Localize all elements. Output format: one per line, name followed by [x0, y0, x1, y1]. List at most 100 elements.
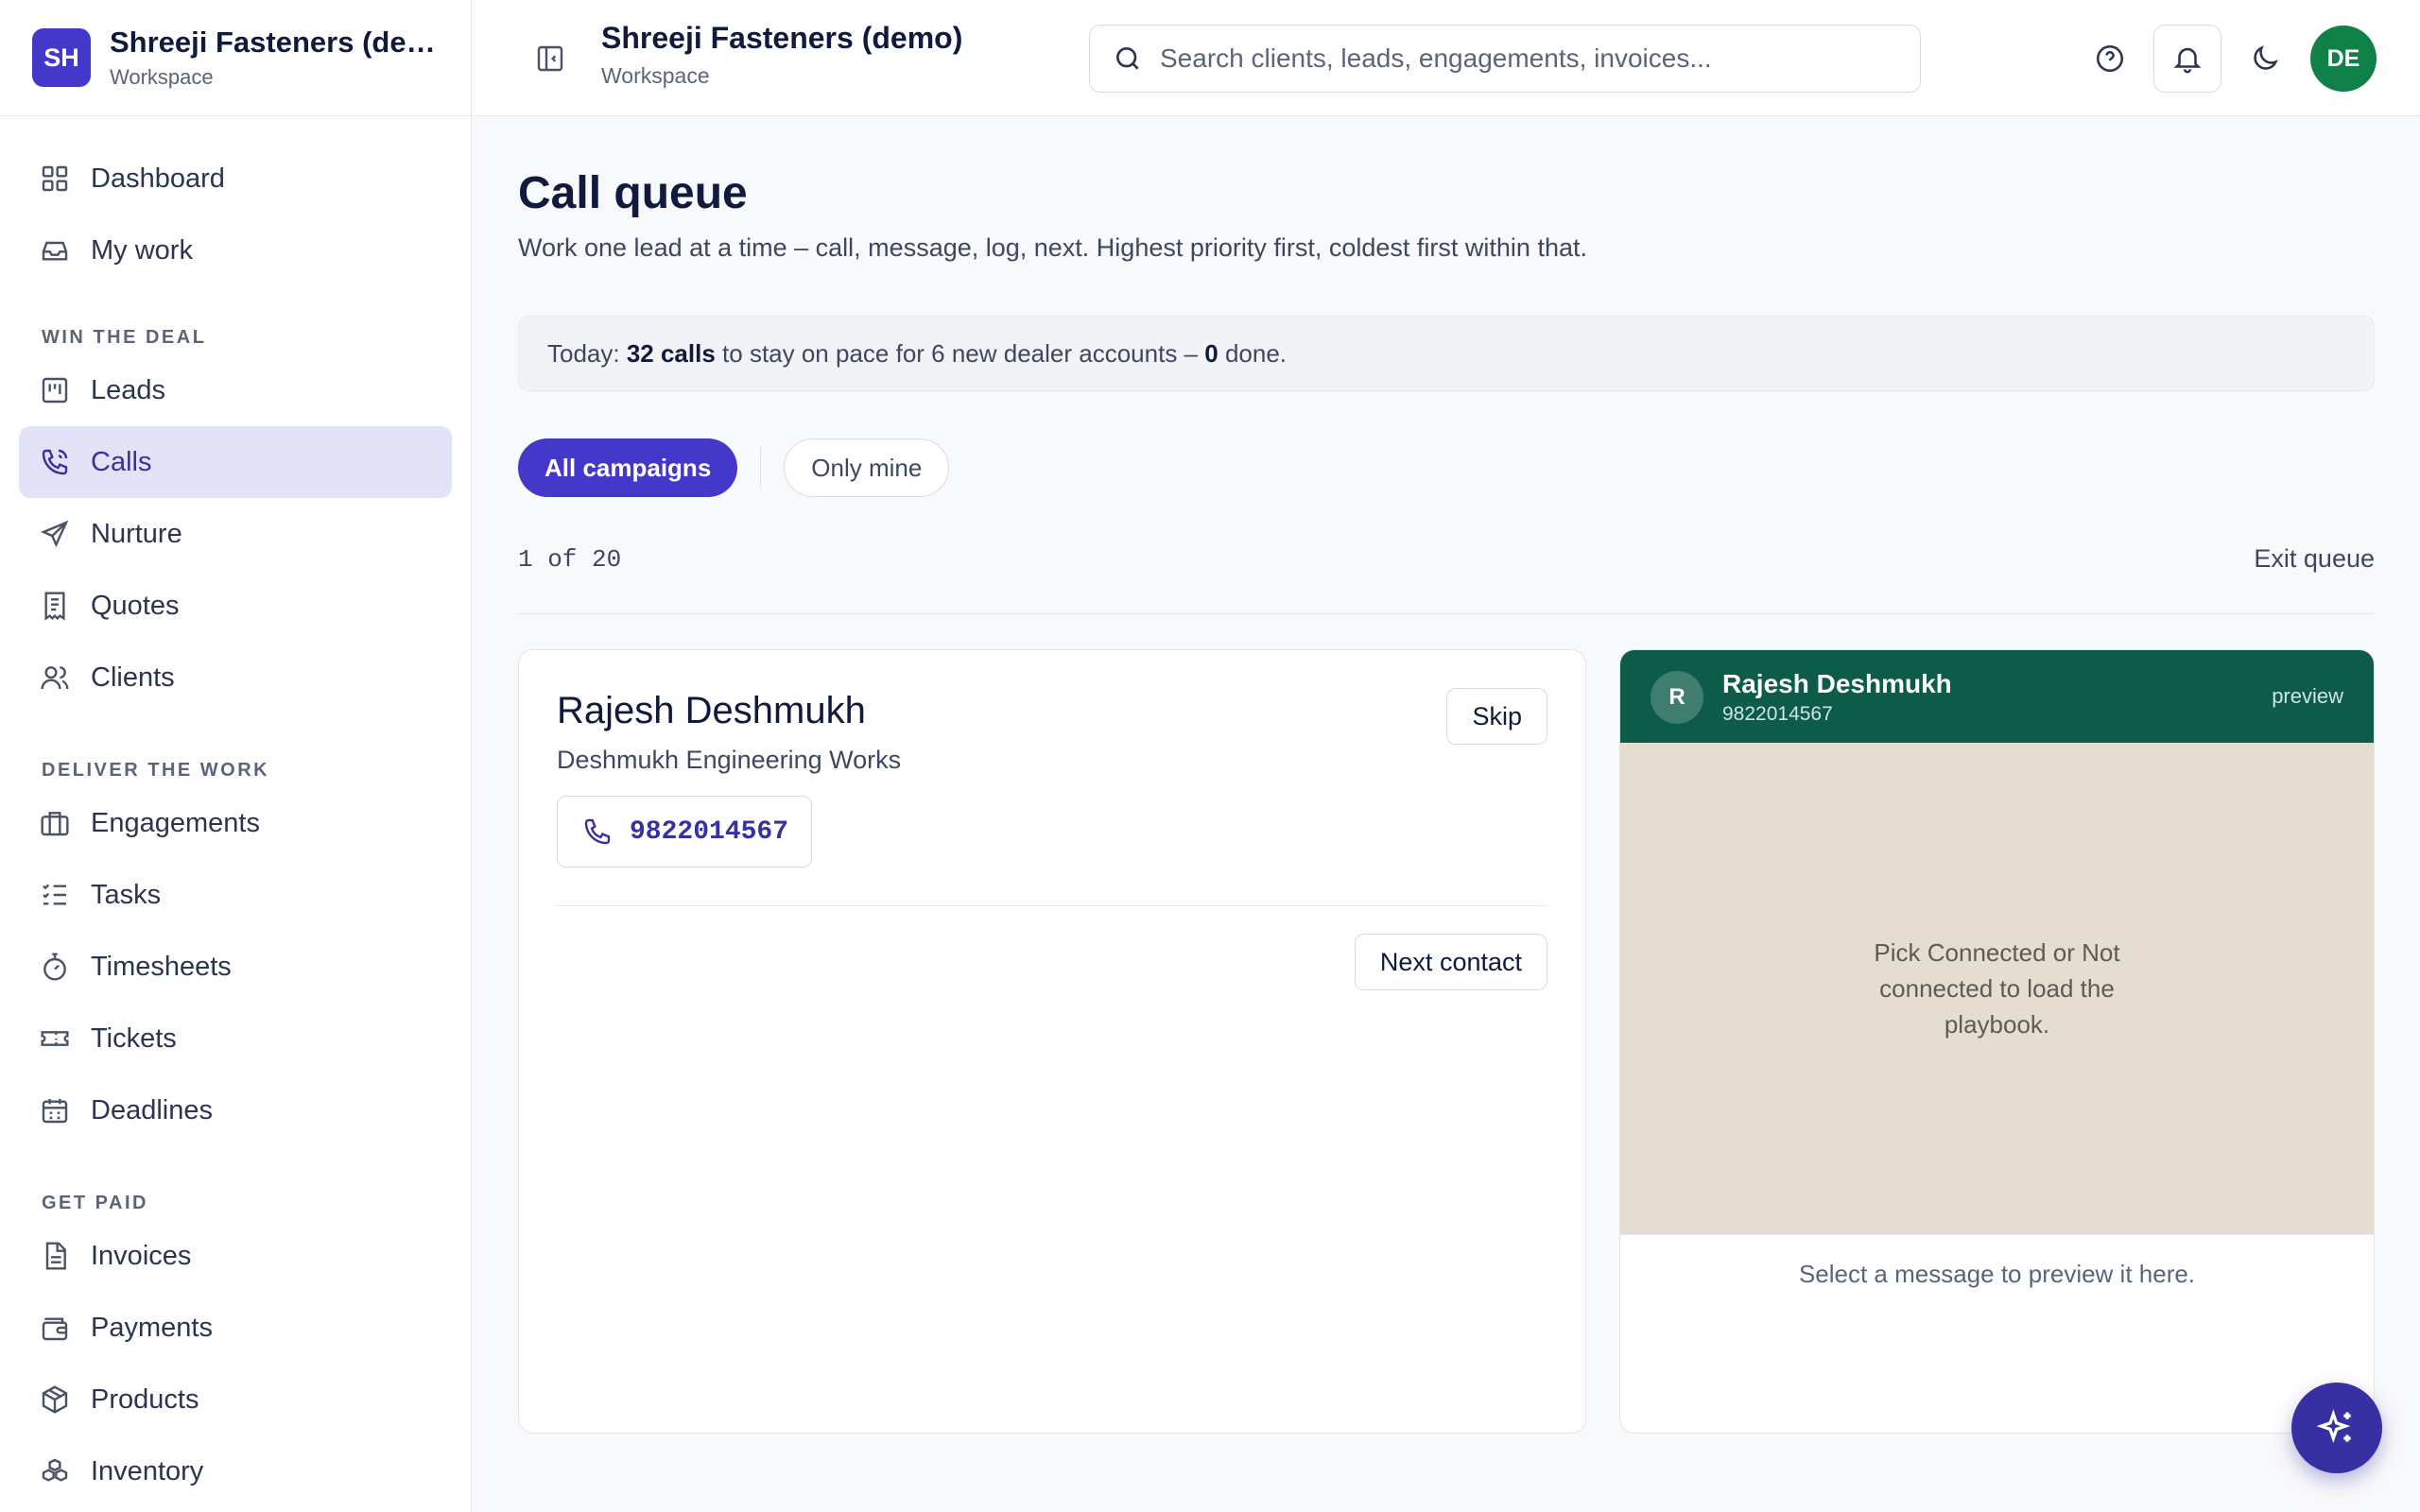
- section-divider: [518, 613, 2375, 614]
- wallet-icon: [42, 1317, 68, 1341]
- search-icon: [1116, 47, 1139, 70]
- sidebar-item-label: Nurture: [91, 518, 182, 549]
- contact-name: Rajesh Deshmukh: [557, 690, 866, 731]
- sidebar-item-label: Tasks: [91, 879, 162, 910]
- workspace-logo: SH: [32, 28, 91, 87]
- sidebar-item-label: Inventory: [91, 1455, 204, 1486]
- checklist-icon: [43, 884, 66, 905]
- search-input[interactable]: [1160, 43, 1878, 74]
- queue-position: 1 of 20: [518, 545, 622, 574]
- filter-all-campaigns[interactable]: All campaigns: [518, 438, 738, 497]
- sidebar-item-label: Leads: [91, 374, 166, 405]
- send-icon: [40, 520, 69, 548]
- boxes-icon: [42, 1458, 68, 1482]
- sidebar-item-quotes[interactable]: Quotes: [19, 570, 452, 642]
- header-title: Shreeji Fasteners (demo) Workspace: [601, 21, 962, 89]
- filter-only-mine[interactable]: Only mine: [784, 438, 950, 497]
- moon-icon: [2254, 45, 2278, 70]
- inbox-icon: [42, 241, 68, 261]
- contact-phone-number: 9822014567: [630, 816, 789, 847]
- phone-icon: [584, 818, 611, 845]
- header-workspace-name: Shreeji Fasteners (demo): [601, 21, 963, 55]
- phone-icon: [42, 449, 68, 475]
- sidebar-item-label: Deadlines: [91, 1094, 213, 1125]
- preview-header: R Rajesh Deshmukh 9822014567 preview: [1620, 650, 2374, 743]
- preview-contact-name: Rajesh Deshmukh: [1722, 669, 1952, 698]
- sidebar-item-leads[interactable]: Leads: [19, 354, 452, 426]
- help-button[interactable]: [2076, 25, 2144, 93]
- ai-assistant-button[interactable]: [2291, 1383, 2382, 1473]
- call-phone-button[interactable]: 9822014567: [557, 796, 812, 868]
- sidebar-item-invoices[interactable]: Invoices: [19, 1220, 452, 1292]
- sidebar-item-my-work[interactable]: My work: [19, 215, 452, 286]
- page-title: Call queue: [518, 168, 748, 218]
- users-icon: [41, 666, 69, 690]
- preview-badge: preview: [2272, 684, 2343, 708]
- ticket-icon: [41, 1031, 69, 1046]
- preview-placeholder-text: Pick Connected or Not connected to load …: [1874, 938, 2120, 1039]
- top-header: Shreeji Fasteners (demo) Workspace DE: [473, 0, 2420, 116]
- sidebar-item-label: Products: [91, 1383, 199, 1415]
- sidebar-item-payments[interactable]: Payments: [19, 1292, 452, 1364]
- sidebar-item-tasks[interactable]: Tasks: [19, 859, 452, 931]
- theme-toggle-button[interactable]: [2231, 25, 2299, 93]
- sparkles-icon: [2316, 1409, 2351, 1444]
- sidebar-item-products[interactable]: Products: [19, 1364, 452, 1435]
- sidebar-item-label: Quotes: [91, 590, 180, 621]
- sidebar-item-label: Payments: [91, 1312, 213, 1343]
- section-heading-deliver: DELIVER THE WORK: [42, 760, 270, 781]
- sidebar-item-label: Tickets: [91, 1022, 177, 1054]
- skip-button[interactable]: Skip: [1446, 688, 1547, 745]
- sidebar-toggle-button[interactable]: [535, 43, 565, 74]
- sidebar: SH Shreeji Fasteners (demo) Workspace Da…: [0, 0, 472, 1512]
- workspace-text: Shreeji Fasteners (demo) Workspace: [110, 26, 441, 90]
- contact-card: Rajesh Deshmukh Deshmukh Engineering Wor…: [518, 649, 1586, 1434]
- sidebar-item-nurture[interactable]: Nurture: [19, 498, 452, 570]
- global-search[interactable]: [1089, 25, 1921, 93]
- pace-prefix: Today:: [547, 338, 627, 368]
- sidebar-item-label: Invoices: [91, 1240, 192, 1271]
- contact-company: Deshmukh Engineering Works: [557, 746, 902, 774]
- section-heading-paid: GET PAID: [42, 1193, 148, 1213]
- stopwatch-icon: [43, 953, 66, 981]
- sidebar-item-label: Timesheets: [91, 951, 232, 982]
- package-icon: [42, 1385, 68, 1414]
- header-workspace-label: Workspace: [601, 63, 710, 88]
- section-heading-win: WIN THE DEAL: [42, 327, 207, 348]
- sidebar-item-label: My work: [91, 234, 193, 266]
- sidebar-item-label: Clients: [91, 662, 175, 693]
- exit-queue-link[interactable]: Exit queue: [2254, 544, 2375, 574]
- notifications-button[interactable]: [2153, 25, 2221, 93]
- file-text-icon: [45, 1242, 66, 1270]
- pace-middle: to stay on pace for 6 new dealer account…: [715, 338, 1205, 368]
- pace-calls: 32 calls: [626, 338, 716, 368]
- sidebar-item-calls[interactable]: Calls: [19, 426, 452, 498]
- preview-avatar: R: [1651, 671, 1703, 724]
- calendar-icon: [42, 1099, 68, 1124]
- sidebar-item-label: Engagements: [91, 807, 260, 838]
- sidebar-item-dashboard[interactable]: Dashboard: [19, 143, 452, 215]
- pace-suffix: done.: [1218, 338, 1288, 368]
- panel-left-icon: [537, 45, 563, 72]
- receipt-icon: [44, 592, 65, 621]
- pace-done-count: 0: [1204, 338, 1219, 368]
- message-preview-card: R Rajesh Deshmukh 9822014567 preview Pic…: [1619, 649, 2375, 1434]
- bell-icon: [2173, 47, 2202, 74]
- campaign-filter: All campaigns Only mine: [518, 438, 950, 497]
- sidebar-nav: Dashboard My work WIN THE DEAL Leads Cal…: [0, 116, 471, 1507]
- workspace-switcher[interactable]: SH Shreeji Fasteners (demo) Workspace: [0, 0, 471, 116]
- sidebar-item-engagements[interactable]: Engagements: [19, 787, 452, 859]
- sidebar-item-timesheets[interactable]: Timesheets: [19, 931, 452, 1003]
- sidebar-item-inventory[interactable]: Inventory: [19, 1435, 452, 1507]
- sidebar-item-deadlines[interactable]: Deadlines: [19, 1074, 452, 1146]
- sidebar-item-label: Dashboard: [91, 163, 225, 194]
- user-avatar[interactable]: DE: [2310, 26, 2377, 92]
- page-subtitle: Work one lead at a time – call, message,…: [518, 233, 1587, 262]
- next-contact-button[interactable]: Next contact: [1354, 934, 1547, 990]
- card-divider: [557, 905, 1547, 906]
- sidebar-item-label: Calls: [91, 446, 152, 477]
- daily-pace-banner: Today: 32 calls to stay on pace for 6 ne…: [518, 316, 2375, 391]
- sidebar-item-tickets[interactable]: Tickets: [19, 1003, 452, 1074]
- board-icon: [42, 377, 68, 404]
- sidebar-item-clients[interactable]: Clients: [19, 642, 452, 713]
